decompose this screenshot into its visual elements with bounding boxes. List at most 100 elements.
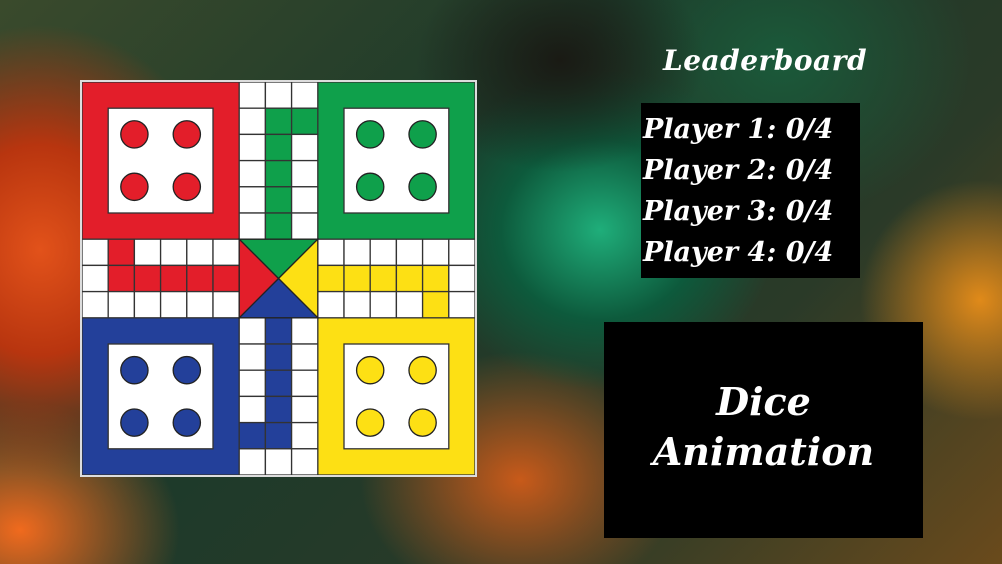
path-cell[interactable]: [264, 212, 293, 240]
path-cell[interactable]: [264, 448, 293, 475]
path-cell[interactable]: [264, 107, 293, 136]
path-cell[interactable]: [212, 290, 240, 319]
path-cell[interactable]: [82, 290, 109, 319]
path-cell[interactable]: [238, 395, 267, 424]
red-token-4[interactable]: [172, 172, 202, 202]
path-cell[interactable]: [343, 238, 371, 267]
blue-token-3[interactable]: [120, 408, 149, 437]
dice-label-line1: Dice: [716, 379, 811, 424]
blue-token-4[interactable]: [172, 408, 202, 437]
blue-token-1[interactable]: [120, 355, 149, 385]
path-cell[interactable]: [82, 264, 109, 293]
path-cell[interactable]: [290, 395, 319, 424]
path-cell[interactable]: [107, 238, 136, 267]
path-cell[interactable]: [264, 369, 293, 398]
red-home-yard: [107, 107, 214, 214]
path-cell[interactable]: [290, 343, 319, 371]
path-cell[interactable]: [238, 421, 267, 450]
green-token-4[interactable]: [408, 172, 437, 202]
path-cell[interactable]: [264, 82, 293, 109]
path-cell[interactable]: [238, 212, 267, 240]
path-cell[interactable]: [369, 238, 398, 267]
path-cell[interactable]: [317, 264, 345, 293]
player-2-score: Player 2: 0/4: [643, 155, 834, 186]
path-cell[interactable]: [186, 290, 214, 319]
path-cell[interactable]: [369, 264, 398, 293]
path-cell[interactable]: [212, 264, 240, 293]
path-cell[interactable]: [448, 264, 475, 293]
path-cell[interactable]: [238, 133, 267, 162]
path-cell[interactable]: [238, 343, 267, 371]
path-cell[interactable]: [421, 290, 450, 319]
path-cell[interactable]: [107, 290, 136, 319]
path-cell[interactable]: [343, 290, 371, 319]
path-cell[interactable]: [421, 264, 450, 293]
path-cell[interactable]: [212, 238, 240, 267]
path-cell[interactable]: [290, 421, 319, 450]
player-4-score: Player 4: 0/4: [643, 237, 834, 268]
path-cell[interactable]: [133, 238, 162, 267]
path-cell[interactable]: [238, 159, 267, 188]
dice-label-line2: Animation: [652, 429, 875, 474]
green-home-yard: [343, 107, 450, 214]
red-token-2[interactable]: [172, 120, 202, 149]
path-cell[interactable]: [317, 238, 345, 267]
red-token-1[interactable]: [120, 120, 149, 149]
path-cell[interactable]: [264, 186, 293, 214]
path-cell[interactable]: [264, 317, 293, 345]
path-cell[interactable]: [395, 290, 424, 319]
path-cell[interactable]: [133, 290, 162, 319]
path-cell[interactable]: [343, 264, 371, 293]
player-3-score: Player 3: 0/4: [643, 196, 834, 227]
path-cell[interactable]: [238, 448, 267, 475]
path-cell[interactable]: [290, 448, 319, 475]
player-1-score: Player 1: 0/4: [643, 114, 834, 145]
path-cell[interactable]: [186, 238, 214, 267]
path-cell[interactable]: [238, 369, 267, 398]
path-cell[interactable]: [290, 107, 319, 136]
path-cell[interactable]: [159, 290, 188, 319]
leaderboard-panel: Player 1: 0/4 Player 2: 0/4 Player 3: 0/…: [641, 103, 860, 278]
path-cell[interactable]: [133, 264, 162, 293]
path-cell[interactable]: [264, 133, 293, 162]
green-token-2[interactable]: [408, 120, 437, 149]
path-cell[interactable]: [421, 238, 450, 267]
path-cell[interactable]: [395, 264, 424, 293]
path-cell[interactable]: [317, 290, 345, 319]
path-cell[interactable]: [264, 421, 293, 450]
path-cell[interactable]: [159, 238, 188, 267]
path-cell[interactable]: [238, 317, 267, 345]
path-cell[interactable]: [238, 107, 267, 136]
yellow-home-yard: [343, 343, 450, 450]
dice-area[interactable]: Dice Animation: [604, 322, 923, 538]
path-cell[interactable]: [264, 395, 293, 424]
yellow-token-3[interactable]: [355, 408, 385, 437]
blue-token-2[interactable]: [172, 355, 202, 385]
path-cell[interactable]: [290, 159, 319, 188]
path-cell[interactable]: [290, 133, 319, 162]
green-token-1[interactable]: [355, 120, 385, 149]
path-cell[interactable]: [290, 369, 319, 398]
yellow-token-2[interactable]: [408, 355, 437, 385]
path-cell[interactable]: [369, 290, 398, 319]
path-cell[interactable]: [107, 264, 136, 293]
red-token-3[interactable]: [120, 172, 149, 202]
path-cell[interactable]: [448, 238, 475, 267]
path-cell[interactable]: [290, 82, 319, 109]
yellow-token-1[interactable]: [355, 355, 385, 385]
path-cell[interactable]: [395, 238, 424, 267]
path-cell[interactable]: [448, 290, 475, 319]
path-cell[interactable]: [238, 186, 267, 214]
path-cell[interactable]: [238, 82, 267, 109]
path-cell[interactable]: [186, 264, 214, 293]
path-cell[interactable]: [290, 317, 319, 345]
ludo-board[interactable]: [80, 80, 477, 477]
green-token-3[interactable]: [355, 172, 385, 202]
path-cell[interactable]: [159, 264, 188, 293]
yellow-token-4[interactable]: [408, 408, 437, 437]
path-cell[interactable]: [82, 238, 109, 267]
path-cell[interactable]: [264, 343, 293, 371]
path-cell[interactable]: [264, 159, 293, 188]
path-cell[interactable]: [290, 186, 319, 214]
path-cell[interactable]: [290, 212, 319, 240]
